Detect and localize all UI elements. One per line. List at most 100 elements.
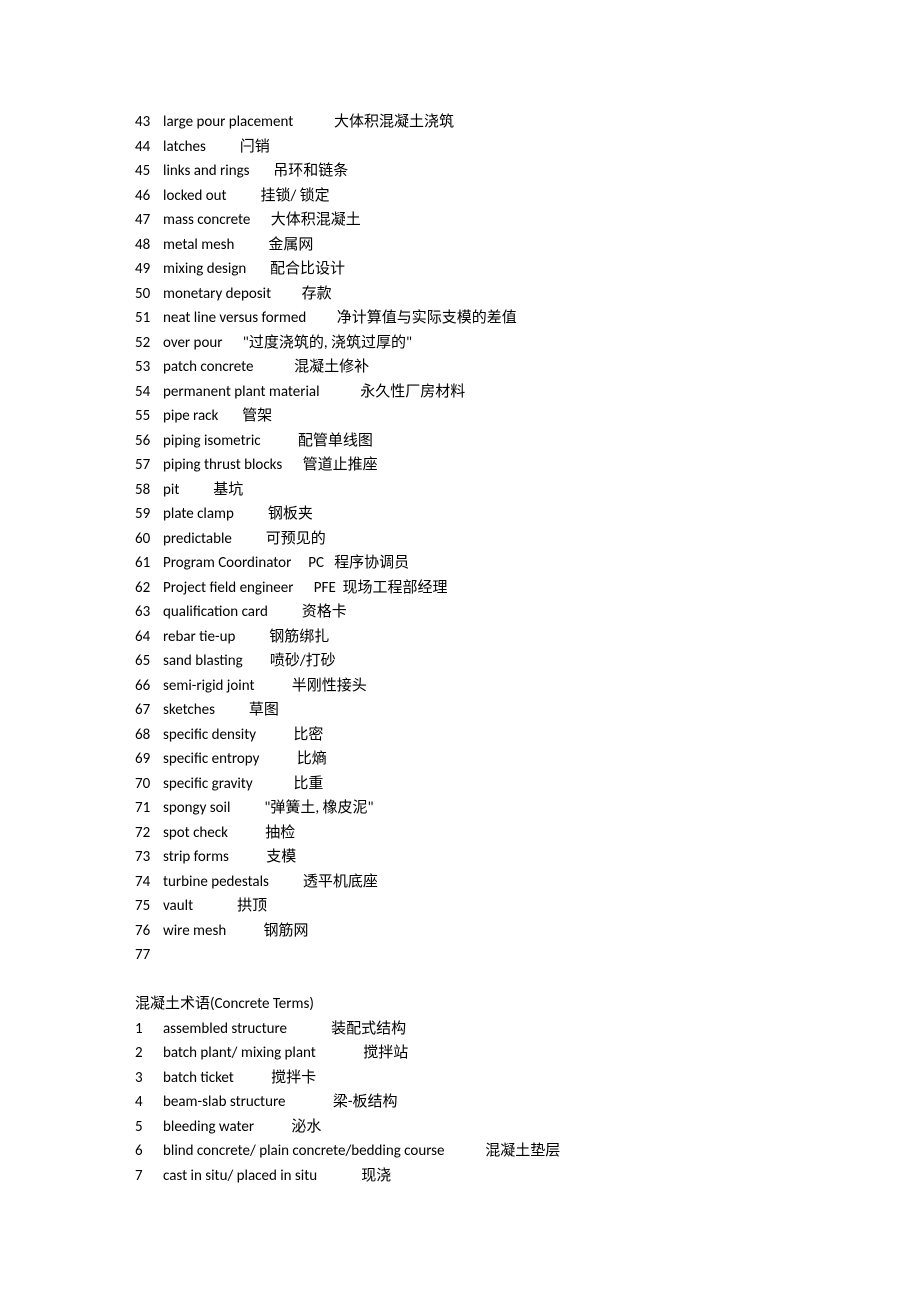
row-number: 76	[135, 919, 163, 944]
row-number: 1	[135, 1017, 163, 1042]
glossary-row: 54permanent plant material 永久性厂房材料	[135, 380, 800, 405]
row-content: turbine pedestals 透平机底座	[163, 870, 800, 895]
row-number: 64	[135, 625, 163, 650]
row-number: 49	[135, 257, 163, 282]
row-content: sand blasting 喷砂/打砂	[163, 649, 800, 674]
row-content: semi-rigid joint 半刚性接头	[163, 674, 800, 699]
glossary-row: 4beam-slab structure 梁-板结构	[135, 1090, 800, 1115]
row-number: 55	[135, 404, 163, 429]
glossary-list-1: 43large pour placement 大体积混凝土浇筑44latches…	[135, 110, 800, 968]
glossary-row: 1assembled structure 装配式结构	[135, 1017, 800, 1042]
row-content: piping thrust blocks 管道止推座	[163, 453, 800, 478]
row-content: links and rings 吊环和链条	[163, 159, 800, 184]
row-content: permanent plant material 永久性厂房材料	[163, 380, 800, 405]
glossary-row: 74turbine pedestals 透平机底座	[135, 870, 800, 895]
row-number: 2	[135, 1041, 163, 1066]
row-content: patch concrete 混凝土修补	[163, 355, 800, 380]
glossary-row: 70specific gravity 比重	[135, 772, 800, 797]
glossary-row: 43large pour placement 大体积混凝土浇筑	[135, 110, 800, 135]
glossary-row: 76wire mesh 钢筋网	[135, 919, 800, 944]
glossary-row: 51neat line versus formed 净计算值与实际支模的差值	[135, 306, 800, 331]
row-number: 52	[135, 331, 163, 356]
row-content: over pour "过度浇筑的, 浇筑过厚的"	[163, 331, 800, 356]
glossary-row: 48metal mesh 金属网	[135, 233, 800, 258]
row-number: 43	[135, 110, 163, 135]
row-number: 72	[135, 821, 163, 846]
row-content: spot check 抽检	[163, 821, 800, 846]
glossary-row: 50monetary deposit 存款	[135, 282, 800, 307]
row-number: 4	[135, 1090, 163, 1115]
blank-line	[135, 968, 800, 993]
glossary-row: 65sand blasting 喷砂/打砂	[135, 649, 800, 674]
row-number: 57	[135, 453, 163, 478]
glossary-row: 73strip forms 支模	[135, 845, 800, 870]
row-content: rebar tie-up 钢筋绑扎	[163, 625, 800, 650]
row-number: 7	[135, 1164, 163, 1189]
row-content: neat line versus formed 净计算值与实际支模的差值	[163, 306, 800, 331]
row-content: sketches 草图	[163, 698, 800, 723]
row-content: Project field engineer PFE 现场工程部经理	[163, 576, 800, 601]
row-content: specific entropy 比熵	[163, 747, 800, 772]
row-number: 5	[135, 1115, 163, 1140]
row-number: 50	[135, 282, 163, 307]
row-number: 61	[135, 551, 163, 576]
glossary-row: 2batch plant/ mixing plant 搅拌站	[135, 1041, 800, 1066]
row-number: 54	[135, 380, 163, 405]
glossary-row: 45links and rings 吊环和链条	[135, 159, 800, 184]
row-number: 59	[135, 502, 163, 527]
row-content: specific density 比密	[163, 723, 800, 748]
glossary-row: 53patch concrete 混凝土修补	[135, 355, 800, 380]
row-content: metal mesh 金属网	[163, 233, 800, 258]
glossary-row: 72spot check 抽检	[135, 821, 800, 846]
glossary-row: 66semi-rigid joint 半刚性接头	[135, 674, 800, 699]
row-content: pit 基坑	[163, 478, 800, 503]
row-number: 63	[135, 600, 163, 625]
row-number: 71	[135, 796, 163, 821]
row-content: batch plant/ mixing plant 搅拌站	[163, 1041, 800, 1066]
glossary-row: 75vault 拱顶	[135, 894, 800, 919]
glossary-row: 52over pour "过度浇筑的, 浇筑过厚的"	[135, 331, 800, 356]
glossary-row: 46locked out 挂锁/ 锁定	[135, 184, 800, 209]
row-number: 73	[135, 845, 163, 870]
glossary-row: 3batch ticket 搅拌卡	[135, 1066, 800, 1091]
row-number: 56	[135, 429, 163, 454]
row-content: beam-slab structure 梁-板结构	[163, 1090, 800, 1115]
row-number: 70	[135, 772, 163, 797]
glossary-row: 77	[135, 943, 800, 968]
row-content: large pour placement 大体积混凝土浇筑	[163, 110, 800, 135]
row-content: blind concrete/ plain concrete/bedding c…	[163, 1139, 800, 1164]
glossary-row: 61Program Coordinator PC 程序协调员	[135, 551, 800, 576]
row-number: 67	[135, 698, 163, 723]
row-number: 60	[135, 527, 163, 552]
glossary-row: 67sketches 草图	[135, 698, 800, 723]
glossary-row: 57piping thrust blocks 管道止推座	[135, 453, 800, 478]
row-content: mass concrete 大体积混凝土	[163, 208, 800, 233]
row-number: 65	[135, 649, 163, 674]
row-content: cast in situ/ placed in situ 现浇	[163, 1164, 800, 1189]
glossary-row: 44latches 闩销	[135, 135, 800, 160]
row-number: 53	[135, 355, 163, 380]
glossary-row: 69specific entropy 比熵	[135, 747, 800, 772]
glossary-row: 59plate clamp 钢板夹	[135, 502, 800, 527]
glossary-row: 47mass concrete 大体积混凝土	[135, 208, 800, 233]
row-content: specific gravity 比重	[163, 772, 800, 797]
glossary-row: 7cast in situ/ placed in situ 现浇	[135, 1164, 800, 1189]
row-number: 3	[135, 1066, 163, 1091]
row-number: 45	[135, 159, 163, 184]
glossary-row: 71spongy soil "弹簧土, 橡皮泥"	[135, 796, 800, 821]
section-title-concrete-terms: 混凝土术语(Concrete Terms)	[135, 992, 800, 1017]
row-number: 6	[135, 1139, 163, 1164]
row-content: vault 拱顶	[163, 894, 800, 919]
glossary-row: 68specific density 比密	[135, 723, 800, 748]
glossary-row: 60predictable 可预见的	[135, 527, 800, 552]
row-number: 74	[135, 870, 163, 895]
row-content: assembled structure 装配式结构	[163, 1017, 800, 1042]
row-content: bleeding water 泌水	[163, 1115, 800, 1140]
row-content: qualification card 资格卡	[163, 600, 800, 625]
row-number: 44	[135, 135, 163, 160]
row-content: pipe rack 管架	[163, 404, 800, 429]
row-content: plate clamp 钢板夹	[163, 502, 800, 527]
row-number: 51	[135, 306, 163, 331]
row-number: 68	[135, 723, 163, 748]
row-number: 46	[135, 184, 163, 209]
